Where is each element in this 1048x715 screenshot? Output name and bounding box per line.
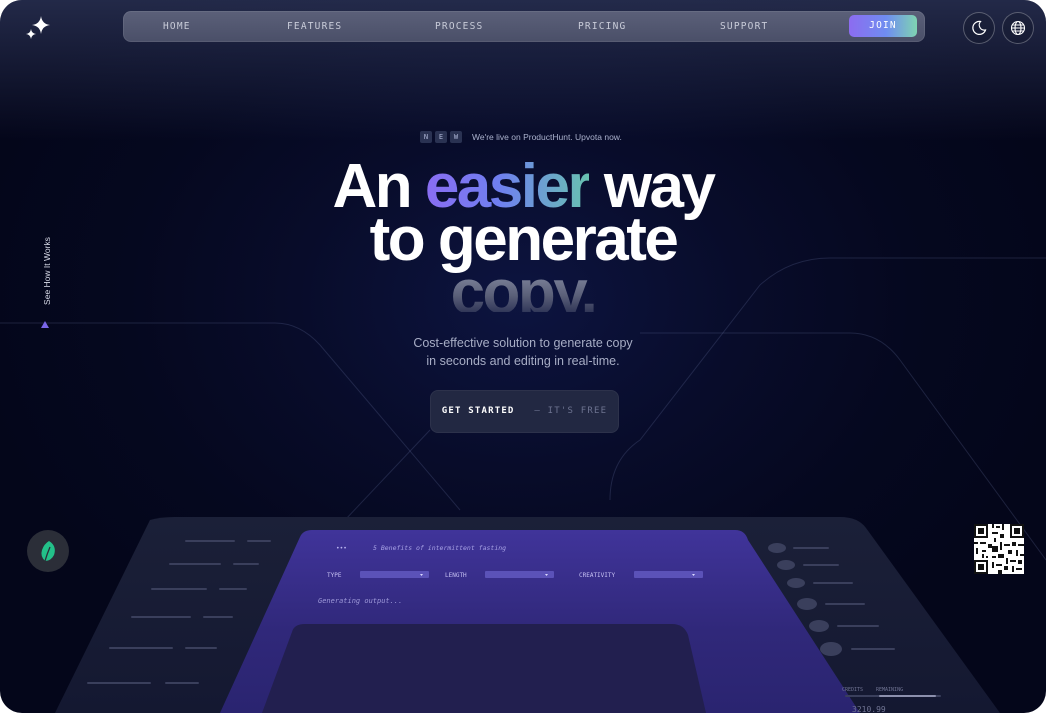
main-nav: HOME FEATURES PROCESS PRICING SUPPORT JO…	[123, 11, 925, 42]
preview-field-type: TYPE	[327, 572, 342, 579]
triangle-up-icon	[41, 321, 49, 328]
preview-selects	[360, 571, 703, 578]
cta-primary-label: GET STARTED	[441, 406, 515, 416]
hero-subtitle-line-1: Cost-effective solution to generate copy	[413, 336, 633, 350]
globe-icon	[1010, 20, 1026, 36]
theme-toggle-button[interactable]	[963, 12, 995, 44]
nav-process[interactable]: PROCESS	[435, 11, 483, 42]
badge-letter-n: N	[420, 131, 432, 143]
preview-credits-label: CREDITS	[842, 687, 863, 693]
preview-field-creativity: CREATIVITY	[579, 572, 616, 579]
announcement-badge[interactable]: N E W We're live on ProductHunt. Upvota …	[420, 130, 622, 144]
qr-code-icon[interactable]	[974, 524, 1024, 574]
hero-line-2: to generate	[369, 205, 679, 274]
nav-features[interactable]: FEATURES	[287, 11, 342, 42]
hero-line-3-wrap: copy.	[0, 265, 1046, 312]
preview-output-card	[262, 624, 706, 713]
cta-secondary-label: — IT'S FREE	[534, 406, 608, 416]
moon-icon	[972, 20, 987, 35]
preview-remaining-label: REMAINING	[876, 687, 903, 693]
badge-text: We're live on ProductHunt. Upvota now.	[472, 132, 622, 142]
see-how-it-works-link[interactable]: See How It Works	[35, 236, 55, 316]
nav-pricing[interactable]: PRICING	[578, 11, 626, 42]
preview-status: Generating output...	[318, 597, 402, 605]
preview-title-prefix: •••	[336, 545, 347, 552]
badge-letter-w: W	[450, 131, 462, 143]
page-frame: ••• 5 Benefits of intermittent fasting T…	[0, 0, 1046, 713]
language-button[interactable]	[1002, 12, 1034, 44]
preview-title: 5 Benefits of intermittent fasting	[373, 544, 506, 552]
sparkles-icon[interactable]	[24, 14, 52, 42]
badge-letter-e: E	[435, 131, 447, 143]
preview-field-length: LENGTH	[445, 572, 467, 579]
hero-subtitle-line-2: in seconds and editing in real-time.	[426, 354, 620, 368]
side-link-label: See How It Works	[42, 237, 52, 305]
leaf-icon	[41, 541, 55, 562]
hero-line-3: copy.	[451, 265, 598, 312]
floating-leaf-button[interactable]	[27, 530, 69, 572]
preview-credits-number: 3210.99	[852, 705, 886, 713]
nav-support[interactable]: SUPPORT	[720, 11, 768, 42]
join-button[interactable]: JOIN	[849, 15, 917, 37]
nav-home[interactable]: HOME	[163, 11, 191, 42]
get-started-button[interactable]: GET STARTED — IT'S FREE	[430, 390, 619, 433]
